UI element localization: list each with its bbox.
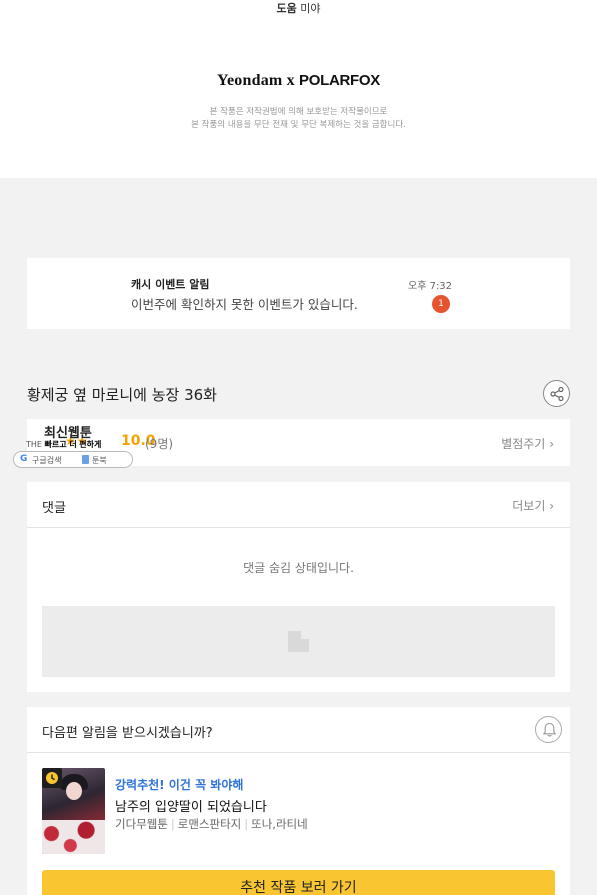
widget-subtitle: THE 빠르고 더 편하게	[26, 439, 101, 450]
notification-title: 캐시 이벤트 알림	[131, 278, 210, 291]
logo-brand: Yeondam	[217, 72, 283, 89]
thumbnail-art-face	[66, 782, 82, 800]
share-button[interactable]	[543, 380, 570, 407]
meta-type: 기다무웹툰	[115, 817, 168, 831]
widget-sub-mid: 빠르고 더	[44, 440, 77, 449]
widget-links[interactable]: G 구글검색 툰북	[13, 451, 133, 468]
comments-section: 댓글 더보기 › 댓글 숨김 상태입니다.	[27, 482, 570, 692]
copyright-line-1: 본 작품은 저작권법에 의해 보호받는 저작물이므로	[209, 107, 388, 117]
widget-sub-end: 편하게	[79, 440, 102, 449]
google-icon: G	[20, 454, 28, 464]
rate-button[interactable]: 별점주기 ›	[501, 435, 554, 452]
bookmark-icon	[82, 455, 89, 464]
notification-message: 이번주에 확인하지 못한 이벤트가 있습니다.	[131, 297, 358, 312]
credit-name: 도움	[276, 2, 297, 15]
comments-more-button[interactable]: 더보기 ›	[512, 497, 554, 514]
meta-genre: 로맨스판타지	[177, 817, 242, 831]
wait-free-icon	[42, 768, 62, 788]
recommended-title[interactable]: 남주의 입양딸이 되었습니다	[115, 796, 267, 815]
comments-header: 댓글 더보기 ›	[27, 482, 570, 528]
next-episode-section: 다음편 알림을 받으시겠습니까? 강력추천! 이건 꼭 봐야해 남주의 입양딸이…	[27, 707, 570, 895]
comments-hidden-message: 댓글 숨김 상태입니다.	[243, 561, 354, 575]
episode-title: 황제궁 옆 마로니에 농장 36화	[27, 386, 217, 404]
logo-x: x	[286, 72, 295, 89]
floating-webtoon-widget[interactable]: 최신웹툰 THE 빠르고 더 편하게 G 구글검색 툰북	[13, 422, 136, 470]
meta-author: 또나,라티네	[251, 817, 308, 831]
publisher-logo: Yeondam x POLARFOX	[0, 72, 597, 90]
cash-event-notification[interactable]: 캐시 이벤트 알림 이번주에 확인하지 못한 이벤트가 있습니다. 오후 7:3…	[27, 258, 570, 329]
recommendation-label: 강력추천! 이건 꼭 봐야해	[115, 778, 244, 792]
share-icon	[550, 386, 564, 402]
copyright-line-2: 본 작품의 내용을 무단 전재 및 무단 복제하는 것을 금합니다.	[191, 120, 406, 130]
toonbook-link[interactable]: 툰북	[92, 455, 107, 466]
rating-count: (9명)	[145, 437, 174, 451]
widget-sub-prefix: THE	[26, 440, 42, 449]
notify-button[interactable]	[535, 716, 562, 743]
copyright-notice: 본 작품은 저작권법에 의해 보호받는 저작물이므로 본 작품의 내용을 무단 …	[0, 106, 597, 132]
notification-time: 오후 7:32	[408, 281, 453, 292]
thumbnail-art-roses	[42, 820, 105, 854]
comments-more-label: 더보기	[512, 499, 546, 513]
image-placeholder-icon	[288, 631, 309, 652]
google-search-link[interactable]: 구글검색	[32, 455, 61, 466]
notification-badge: 1	[432, 295, 450, 313]
credit-person: 미야	[300, 2, 321, 15]
comments-label: 댓글	[42, 501, 66, 516]
next-episode-question: 다음편 알림을 받으시겠습니까?	[42, 726, 213, 741]
recommended-meta: 기다무웹툰 | 로맨스판타지 | 또나,라티네	[115, 817, 308, 831]
credit-line: 도움 미야	[0, 0, 597, 16]
chevron-right-icon: ›	[549, 437, 554, 451]
ad-placeholder	[42, 606, 555, 677]
chevron-right-icon: ›	[549, 499, 554, 513]
next-episode-header: 다음편 알림을 받으시겠습니까?	[27, 707, 570, 753]
rate-button-label: 별점주기	[501, 437, 546, 451]
bell-icon	[542, 722, 557, 737]
episode-footer: 도움 미야 Yeondam x POLARFOX 본 작품은 저작권법에 의해 …	[0, 0, 597, 178]
recommended-cta-button[interactable]: 추천 작품 보러 가기	[42, 870, 555, 895]
logo-partner: POLARFOX	[299, 72, 380, 89]
